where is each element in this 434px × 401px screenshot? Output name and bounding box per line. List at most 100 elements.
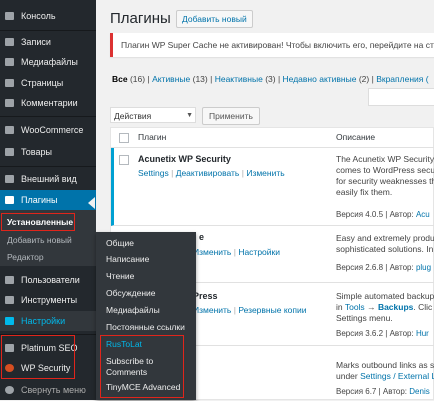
filter-all[interactable]: Все xyxy=(112,74,128,84)
settings-link[interactable]: Настройки xyxy=(238,247,280,257)
current-menu-arrow xyxy=(88,197,95,209)
plugin-search-input[interactable] xyxy=(368,88,434,106)
apply-button[interactable]: Применить xyxy=(202,107,260,125)
sidebar-item-appearance[interactable]: Внешний вид xyxy=(0,169,96,189)
filter-inactive[interactable]: Неактивные xyxy=(215,74,263,84)
description-line: Easy and extremely produ xyxy=(336,233,434,243)
flyout-item-general[interactable]: Общие xyxy=(106,238,134,249)
settings-flyout-menu: Общие Написание Чтение Обсуждение Медиаф… xyxy=(96,232,196,400)
filter-separator: | xyxy=(371,74,374,84)
add-new-button[interactable]: Добавить новый xyxy=(176,10,253,28)
plugin-version: Версия 3.6.2 xyxy=(336,329,384,338)
plugin-actions: Settings | Деактивировать | Изменить xyxy=(138,168,285,178)
flyout-item-media[interactable]: Медиафайлы xyxy=(106,305,160,316)
table-row: Acunetix WP Security Settings | Деактиви… xyxy=(111,148,434,226)
sidebar-item-comments[interactable]: Комментарии xyxy=(0,93,96,113)
sidebar-item-products[interactable]: Товары xyxy=(0,142,96,162)
row-checkbox[interactable] xyxy=(119,155,129,165)
filter-active-count: (13) xyxy=(192,74,208,84)
description-line: Settings menu. xyxy=(336,313,393,323)
select-all-checkbox[interactable] xyxy=(119,133,129,143)
filter-inactive-count: (3) xyxy=(265,74,276,84)
description-line: easily fix them. xyxy=(336,187,393,197)
users-icon xyxy=(5,276,14,284)
description-text: in xyxy=(336,302,343,312)
submenu-add-new[interactable]: Добавить новый xyxy=(7,235,72,245)
flyout-item-reading[interactable]: Чтение xyxy=(106,271,134,282)
flyout-item-discussion[interactable]: Обсуждение xyxy=(106,288,156,299)
separator xyxy=(0,166,96,167)
appearance-icon xyxy=(5,175,14,183)
admin-sidebar: Консоль Записи Медиафайлы Страницы Комме… xyxy=(0,0,96,400)
plugin-version: Версия 4.0.5 xyxy=(336,210,384,219)
tools-link[interactable]: Tools xyxy=(345,302,365,312)
description-text: . Clic xyxy=(413,302,433,312)
plugin-name: Press xyxy=(193,291,218,301)
flyout-item-permalinks[interactable]: Постоянные ссылки xyxy=(106,322,185,333)
settings-icon xyxy=(5,317,14,325)
notice-text: Плагин WP Super Cache не активирован! Чт… xyxy=(121,40,434,50)
sidebar-item-plugins[interactable]: Плагины xyxy=(0,190,96,210)
column-description: Описание xyxy=(336,132,376,142)
separator xyxy=(0,116,96,117)
submenu-editor[interactable]: Редактор xyxy=(7,252,44,262)
plugin-meta: Версия 3.6.2 | Автор: Hur xyxy=(336,329,429,338)
backups-link[interactable]: Резервные копии xyxy=(238,305,306,315)
deactivate-link[interactable]: Деактивировать xyxy=(176,168,240,178)
sidebar-item-posts[interactable]: Записи xyxy=(0,32,96,52)
plugin-description: Marks outbound links as s under Settings… xyxy=(336,360,434,382)
plugin-actions: Изменить | Резервные копии xyxy=(193,305,306,315)
plugin-meta: Версия 2.6.8 | Автор: plug xyxy=(336,263,431,272)
flyout-item-writing[interactable]: Написание xyxy=(106,254,149,265)
filter-separator: | xyxy=(277,74,281,84)
backups-menu-link[interactable]: Backups xyxy=(378,302,413,312)
author-label: | Автор: xyxy=(385,263,414,272)
plugin-meta: Версия 4.0.5 | Автор: Acu xyxy=(336,210,430,219)
plugin-version: Версия 2.6.8 xyxy=(336,263,384,272)
sidebar-item-media[interactable]: Медиафайлы xyxy=(0,52,96,72)
plugin-filters: Все (16) | Активные (13) | Неактивные (3… xyxy=(112,74,429,84)
edit-link[interactable]: Изменить xyxy=(246,168,284,178)
plugin-version: Версия 6.7 xyxy=(336,387,377,396)
sidebar-item-dashboard[interactable]: Консоль xyxy=(0,6,96,26)
chevron-down-icon: ▼ xyxy=(186,112,193,119)
sidebar-item-settings[interactable]: Настройки xyxy=(0,311,96,331)
author-label: | Автор: xyxy=(385,210,414,219)
comments-icon xyxy=(5,99,14,107)
bulk-actions-select[interactable]: Действия ▼ xyxy=(110,107,196,123)
arrow-text: → xyxy=(367,302,376,312)
media-icon xyxy=(5,58,14,66)
edit-link[interactable]: Изменить xyxy=(193,305,231,315)
description-text: under xyxy=(336,371,358,381)
page-title: Плагины xyxy=(110,10,171,27)
filter-dropins[interactable]: Вкрапления ( xyxy=(376,74,428,84)
sidebar-item-tools[interactable]: Инструменты xyxy=(0,290,96,310)
sidebar-item-users[interactable]: Пользователи xyxy=(0,270,96,290)
author-link[interactable]: Denis xyxy=(409,387,429,396)
external-links-settings-link[interactable]: Settings / External Li xyxy=(360,371,434,381)
description-line: comes to WordPress secur xyxy=(336,165,434,175)
plugin-name: Acunetix WP Security xyxy=(138,154,231,164)
description-line: The Acunetix WP Security xyxy=(336,154,434,164)
dashboard-icon xyxy=(5,12,14,20)
filter-recent[interactable]: Недавно активные xyxy=(283,74,357,84)
author-link[interactable]: plug xyxy=(416,263,431,272)
settings-link[interactable]: Settings xyxy=(138,168,169,178)
sidebar-item-woocommerce[interactable]: WooCommerce xyxy=(0,120,96,140)
woocommerce-icon xyxy=(5,126,14,134)
separator xyxy=(0,30,96,31)
filter-separator: | xyxy=(210,74,213,84)
tools-icon xyxy=(5,296,14,304)
description-line: sophisticated solutions. In xyxy=(336,244,434,254)
author-link[interactable]: Acu xyxy=(416,210,430,219)
filter-active[interactable]: Активные xyxy=(152,74,190,84)
sidebar-collapse[interactable]: Свернуть меню xyxy=(0,380,96,400)
edit-link[interactable]: Изменить xyxy=(193,247,231,257)
pages-icon xyxy=(5,79,14,87)
link-separator: | xyxy=(233,305,236,315)
filter-all-count: (16) xyxy=(129,74,146,84)
link-separator: | xyxy=(233,247,236,257)
sidebar-item-pages[interactable]: Страницы xyxy=(0,73,96,93)
author-link[interactable]: Hur xyxy=(416,329,429,338)
link-separator: | xyxy=(241,168,244,178)
